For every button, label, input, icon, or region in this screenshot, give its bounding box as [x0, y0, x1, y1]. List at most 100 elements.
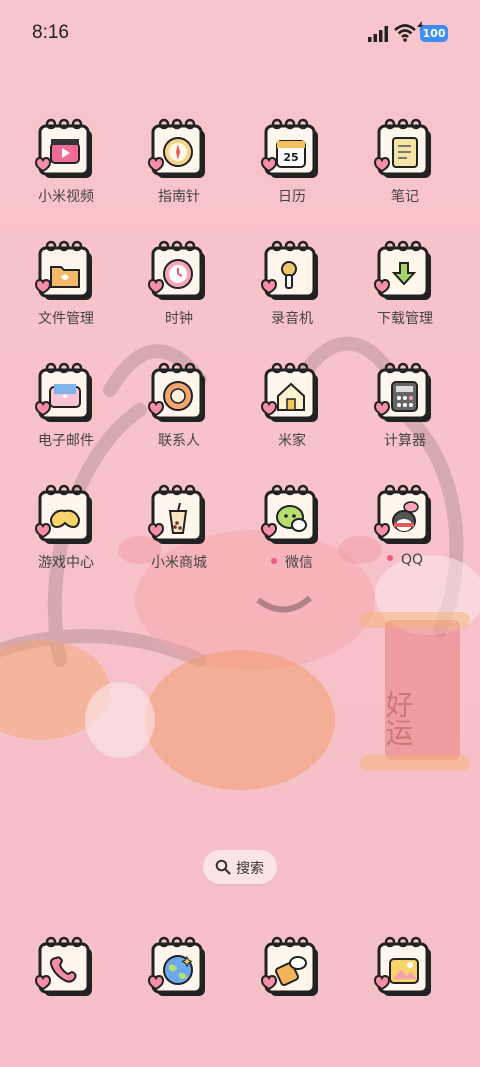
app-icon [373, 483, 437, 547]
gamepad-icon [34, 484, 92, 544]
app-icon [373, 361, 437, 425]
app-label-text: 电子邮件 [38, 433, 94, 449]
app-calendar[interactable]: 25 日历 [242, 117, 342, 227]
app-label: 微信 [242, 552, 342, 572]
app-icon [147, 239, 211, 303]
app-calculator[interactable]: 计算器 [355, 361, 455, 471]
battery-indicator: 100 [420, 25, 448, 42]
mail-icon [34, 362, 92, 422]
app-icon [34, 361, 98, 425]
app-label-text: 联系人 [158, 433, 200, 449]
app-gamepad[interactable]: 游戏中心 [16, 483, 116, 593]
app-label-text: 文件管理 [38, 311, 94, 327]
app-label-text: 笔记 [391, 189, 419, 205]
app-bubble-tea[interactable]: 小米商城 [129, 483, 229, 593]
browser-globe-icon [147, 936, 205, 996]
app-icon [260, 483, 324, 547]
dock-phone[interactable] [16, 935, 116, 1045]
compass-icon [147, 118, 205, 178]
app-label: 指南针 [129, 186, 229, 206]
app-icon [260, 935, 324, 999]
video-icon [34, 118, 92, 178]
app-notes[interactable]: 笔记 [355, 117, 455, 227]
messages-icon [260, 936, 318, 996]
app-icon [260, 361, 324, 425]
app-mail[interactable]: 电子邮件 [16, 361, 116, 471]
app-contacts[interactable]: 联系人 [129, 361, 229, 471]
app-compass[interactable]: 指南针 [129, 117, 229, 227]
app-label-text: 录音机 [271, 311, 313, 327]
dock-gallery[interactable] [355, 935, 455, 1045]
app-icon [373, 239, 437, 303]
app-icon [147, 483, 211, 547]
app-label-text: 游戏中心 [38, 555, 94, 571]
app-icon [34, 239, 98, 303]
app-label: QQ [355, 552, 455, 568]
search-button[interactable]: 搜索 [203, 850, 277, 884]
app-recorder[interactable]: 录音机 [242, 239, 342, 349]
app-label: 电子邮件 [16, 430, 116, 450]
app-label-text: 下载管理 [377, 311, 433, 327]
app-label-text: 米家 [278, 433, 306, 449]
folder-icon [34, 240, 92, 300]
bubble-tea-icon [147, 484, 205, 544]
app-label-text: 计算器 [384, 433, 426, 449]
app-label: 日历 [242, 186, 342, 206]
app-home[interactable]: 米家 [242, 361, 342, 471]
clock-icon [147, 240, 205, 300]
home-icon [260, 362, 318, 422]
app-label: 下载管理 [355, 308, 455, 328]
app-icon [260, 239, 324, 303]
gallery-icon [373, 936, 431, 996]
app-label: 联系人 [129, 430, 229, 450]
app-clock[interactable]: 时钟 [129, 239, 229, 349]
wifi-icon [394, 24, 416, 42]
dock-messages[interactable] [242, 935, 342, 1045]
app-label: 小米视频 [16, 186, 116, 206]
app-folder[interactable]: 文件管理 [16, 239, 116, 349]
app-label: 时钟 [129, 308, 229, 328]
app-label-text: 指南针 [158, 189, 200, 205]
calendar-date-badge: 25 [283, 151, 298, 164]
download-icon [373, 240, 431, 300]
status-bar: 8:16 100 [0, 0, 480, 68]
app-label: 游戏中心 [16, 552, 116, 572]
app-icon [373, 117, 437, 181]
app-video[interactable]: 小米视频 [16, 117, 116, 227]
app-label: 录音机 [242, 308, 342, 328]
recorder-icon [260, 240, 318, 300]
new-notification-dot [386, 555, 393, 561]
qq-penguin-icon [373, 484, 431, 544]
cellular-signal-icon [368, 26, 388, 42]
app-icon: 25 [260, 117, 324, 181]
calculator-icon [373, 362, 431, 422]
app-label-text: 小米商城 [151, 555, 207, 571]
calendar-icon: 25 [260, 118, 318, 178]
wallpaper-text: 好运 [382, 690, 415, 746]
app-wechat[interactable]: 微信 [242, 483, 342, 593]
app-label-text: 时钟 [165, 311, 193, 327]
app-label: 文件管理 [16, 308, 116, 328]
app-icon [373, 935, 437, 999]
search-label: 搜索 [236, 861, 264, 877]
wechat-icon [260, 484, 318, 544]
app-label: 笔记 [355, 186, 455, 206]
app-qq-penguin[interactable]: QQ [355, 483, 455, 593]
new-notification-dot [271, 558, 277, 564]
app-label-text: 小米视频 [38, 189, 94, 205]
search-icon [215, 859, 231, 875]
dock-browser-globe[interactable] [129, 935, 229, 1045]
phone-icon [34, 936, 92, 996]
app-label: 小米商城 [129, 552, 229, 572]
app-icon [147, 117, 211, 181]
app-icon [34, 483, 98, 547]
app-download[interactable]: 下载管理 [355, 239, 455, 349]
app-icon [147, 935, 211, 999]
contacts-icon [147, 362, 205, 422]
app-label-text: QQ [400, 552, 424, 568]
app-label: 米家 [242, 430, 342, 450]
app-label: 计算器 [355, 430, 455, 450]
app-label-text: 日历 [278, 189, 306, 205]
app-icon [34, 117, 98, 181]
app-label-text: 微信 [285, 555, 313, 571]
